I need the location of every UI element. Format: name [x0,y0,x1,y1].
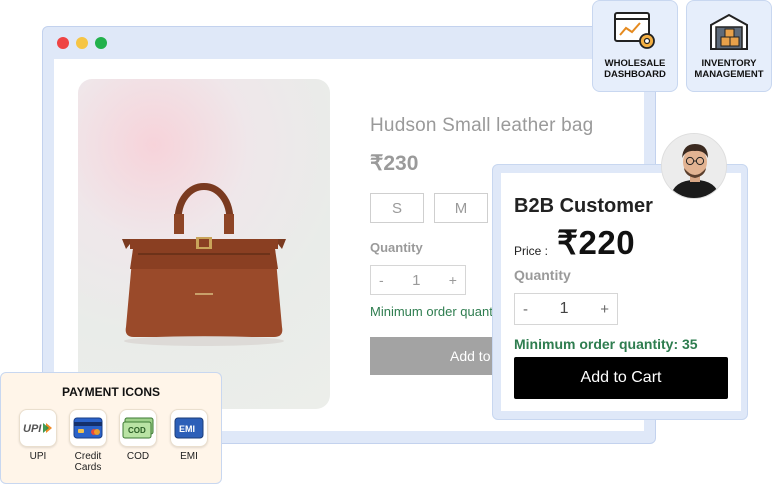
quantity-increment-button[interactable]: + [449,272,457,288]
svg-text:COD: COD [128,426,146,435]
payment-method-emi[interactable]: EMI EMI [169,409,209,462]
payment-method-label: UPI [29,451,47,462]
svg-text:UPI: UPI [23,423,42,435]
inventory-management-label: INVENTORY MANAGEMENT [694,58,764,80]
wholesale-dashboard-label: WHOLESALE DASHBOARD [604,58,666,80]
product-image [78,79,330,409]
inventory-management-card[interactable]: INVENTORY MANAGEMENT [686,0,772,92]
b2b-quantity-stepper: - 1 + [514,293,618,325]
cash-icon: COD [119,409,157,447]
b2b-add-to-cart-button[interactable]: Add to Cart [514,357,728,399]
wholesale-dashboard-card[interactable]: WHOLESALE DASHBOARD [592,0,678,92]
payment-method-label: Credit Cards [74,451,102,473]
window-minimize-button[interactable] [76,37,88,49]
credit-card-icon [69,409,107,447]
quantity-decrement-button[interactable]: - [379,272,384,288]
payment-method-upi[interactable]: UPI UPI [18,409,58,462]
quantity-value[interactable]: 1 [412,272,420,289]
b2b-quantity-increment-button[interactable]: + [600,301,609,318]
warehouse-icon [710,13,748,50]
b2b-customer-card: B2B Customer Price : ₹220 Quantity - 1 +… [492,164,748,420]
window-close-button[interactable] [57,37,69,49]
payment-method-label: COD [126,451,150,462]
payment-method-label: EMI [180,451,198,462]
handbag-image [122,183,286,346]
b2b-price: ₹220 [557,224,636,261]
b2b-quantity-label: Quantity [514,267,571,283]
emi-icon: EMI [170,409,208,447]
product-price: ₹230 [370,152,419,175]
quantity-stepper: - 1 + [370,265,466,295]
window-maximize-button[interactable] [95,37,107,49]
payment-method-credit-cards[interactable]: Credit Cards [68,409,108,473]
minimum-order-text: Minimum order quantity [370,304,506,319]
customer-avatar [661,133,727,199]
b2b-price-label: Price : [514,244,549,258]
b2b-title: B2B Customer [514,195,653,217]
b2b-quantity-value[interactable]: 1 [560,300,569,318]
payment-method-cod[interactable]: COD COD [118,409,158,462]
b2b-card-content: B2B Customer Price : ₹220 Quantity - 1 +… [501,173,741,411]
b2b-quantity-decrement-button[interactable]: - [523,301,528,318]
b2b-minimum-order-text: Minimum order quantity: 35 [514,336,698,352]
quantity-label: Quantity [370,240,423,255]
dashboard-gear-icon [614,12,655,49]
person-icon [662,134,726,198]
size-option-s[interactable]: S [370,193,424,223]
upi-icon: UPI [19,409,57,447]
svg-text:EMI: EMI [179,424,195,434]
product-title: Hudson Small leather bag [370,115,594,136]
payment-icons-panel: PAYMENT ICONS UPI UPI Credit Cards COD C… [0,372,222,484]
size-option-m[interactable]: M [434,193,488,223]
payment-title: PAYMENT ICONS [61,385,160,399]
